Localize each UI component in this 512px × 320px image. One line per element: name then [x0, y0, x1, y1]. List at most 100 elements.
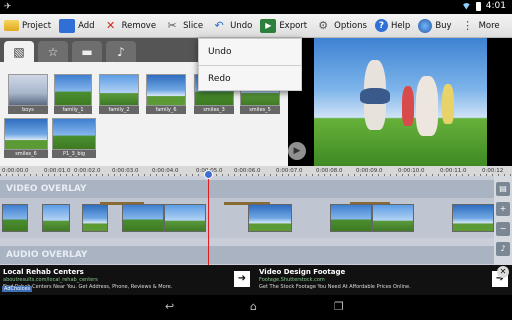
timeline[interactable]: VIDEO OVERLAY AUDIO OVERLAY: [0, 176, 494, 265]
help-button[interactable]: ? Help: [371, 14, 414, 38]
more-label: More: [478, 20, 500, 31]
adchoices-badge[interactable]: AdChoices: [2, 286, 33, 292]
preview-figure: [416, 76, 438, 136]
home-icon[interactable]: ⌂: [250, 300, 257, 313]
media-caption: smiles_5: [240, 106, 280, 114]
export-icon: ▶: [260, 18, 277, 33]
remove-label: Remove: [121, 20, 157, 31]
arrow-right-icon[interactable]: ➜: [234, 271, 250, 287]
media-caption: smiles_3: [194, 106, 234, 114]
audio-icon[interactable]: ♪: [496, 242, 510, 256]
wifi-icon: [461, 2, 471, 10]
folder-icon: [4, 20, 19, 31]
battery-icon: [475, 1, 481, 11]
ad-title: Video Design Footage: [259, 268, 346, 276]
tab-photos[interactable]: ▧: [4, 41, 34, 62]
add-label: Add: [78, 20, 95, 31]
buy-icon: [418, 18, 433, 33]
back-icon[interactable]: ↩: [165, 300, 174, 313]
remove-button[interactable]: ✕ Remove: [99, 14, 161, 38]
timeline-clip[interactable]: [330, 204, 372, 232]
playhead-line: [208, 172, 209, 265]
ad-right[interactable]: Video Design Footage Footage.Shutterstoc…: [256, 265, 512, 295]
media-item[interactable]: family_2: [99, 74, 139, 114]
close-ad-icon[interactable]: ✕: [497, 266, 509, 278]
recent-apps-icon[interactable]: ❐: [334, 300, 344, 313]
tab-videos[interactable]: ▬: [72, 41, 102, 62]
undo-icon: ↶: [214, 19, 224, 32]
timeline-tools: ▤ + − ♪: [494, 176, 512, 265]
preview-figure: [360, 88, 390, 104]
timeline-clip[interactable]: [248, 204, 292, 232]
slice-label: Slice: [183, 20, 204, 31]
play-button[interactable]: ▶: [288, 142, 306, 160]
notification-icon: ✈: [4, 2, 12, 12]
star-icon: ☆: [47, 44, 59, 59]
audio-overlay-track[interactable]: AUDIO OVERLAY: [0, 246, 494, 264]
timeline-clip[interactable]: [2, 204, 28, 232]
time-ruler[interactable]: 0:00:00.0 0:00:01.0 0:00:02.0 0:00:03.0 …: [0, 166, 512, 176]
video-preview: ▶: [288, 38, 512, 166]
video-track[interactable]: [0, 198, 494, 238]
export-button[interactable]: ▶ Export: [256, 14, 311, 38]
add-media-icon: [59, 18, 76, 33]
undo-button[interactable]: ↶ Undo: [207, 14, 256, 38]
clock: 4:01: [485, 1, 506, 11]
media-item[interactable]: boys: [8, 74, 48, 114]
preview-figure: [402, 86, 414, 126]
undo-label: Undo: [230, 20, 253, 31]
ad-banner: Local Rehab Centers aboutresults.com/loc…: [0, 265, 512, 295]
photo-icon: ▧: [13, 44, 25, 59]
menu-item-undo[interactable]: Undo: [199, 39, 301, 65]
remove-icon: ✕: [105, 19, 116, 32]
media-item[interactable]: family_1: [54, 74, 92, 114]
clapper-icon: ▬: [81, 44, 93, 59]
media-caption: family_1: [54, 106, 92, 114]
preview-frame: [314, 38, 487, 166]
project-button[interactable]: Project: [0, 14, 55, 38]
tab-effects[interactable]: ☆: [38, 41, 68, 62]
zoom-out-icon[interactable]: −: [496, 222, 510, 236]
media-item[interactable]: P1_3_big: [52, 118, 96, 158]
ad-url: aboutresults.com/local_rehab_centers: [3, 277, 98, 283]
more-icon: ⋮: [462, 19, 474, 32]
timeline-clip[interactable]: [164, 204, 206, 232]
help-label: Help: [390, 20, 411, 31]
undo-menu: Undo Redo: [198, 38, 302, 91]
buy-button[interactable]: Buy: [414, 14, 455, 38]
timeline-clip[interactable]: [42, 204, 70, 232]
tab-audio[interactable]: ♪: [106, 41, 136, 62]
wrench-icon: ⚙: [318, 19, 329, 32]
options-button[interactable]: ⚙ Options: [311, 14, 371, 38]
ad-title: Local Rehab Centers: [3, 268, 84, 276]
add-button[interactable]: Add: [55, 14, 98, 38]
menu-item-redo[interactable]: Redo: [199, 66, 301, 92]
media-caption: smiles_6: [4, 150, 48, 158]
media-caption: family_6: [146, 106, 186, 114]
ad-url: Footage.Shutterstock.com: [259, 277, 325, 283]
microphone-icon: ♪: [117, 44, 125, 59]
timeline-clip[interactable]: [372, 204, 414, 232]
more-button[interactable]: ⋮ More: [456, 14, 504, 38]
media-item[interactable]: family_6: [146, 74, 186, 114]
ad-left[interactable]: Local Rehab Centers aboutresults.com/loc…: [0, 265, 254, 295]
playhead-handle[interactable]: [204, 170, 213, 179]
media-item[interactable]: smiles_6: [4, 118, 48, 158]
media-thumbnail: [99, 74, 139, 106]
export-label: Export: [279, 20, 308, 31]
media-thumbnail: [4, 118, 48, 150]
navigation-bar: ↩ ⌂ ❐: [0, 295, 512, 320]
timeline-clip[interactable]: [122, 204, 164, 232]
timeline-clip[interactable]: [82, 204, 108, 232]
video-overlay-track[interactable]: VIDEO OVERLAY: [0, 180, 494, 198]
options-label: Options: [334, 20, 367, 31]
slice-button[interactable]: ✂ Slice: [160, 14, 207, 38]
buy-label: Buy: [435, 20, 452, 31]
storyboard-icon[interactable]: ▤: [496, 182, 510, 196]
help-icon: ?: [374, 19, 388, 32]
zoom-in-icon[interactable]: +: [496, 202, 510, 216]
timeline-clip[interactable]: [452, 204, 494, 232]
project-label: Project: [22, 20, 52, 31]
media-caption: family_2: [99, 106, 139, 114]
ad-description: Get The Stock Footage You Need At Afford…: [259, 284, 411, 290]
